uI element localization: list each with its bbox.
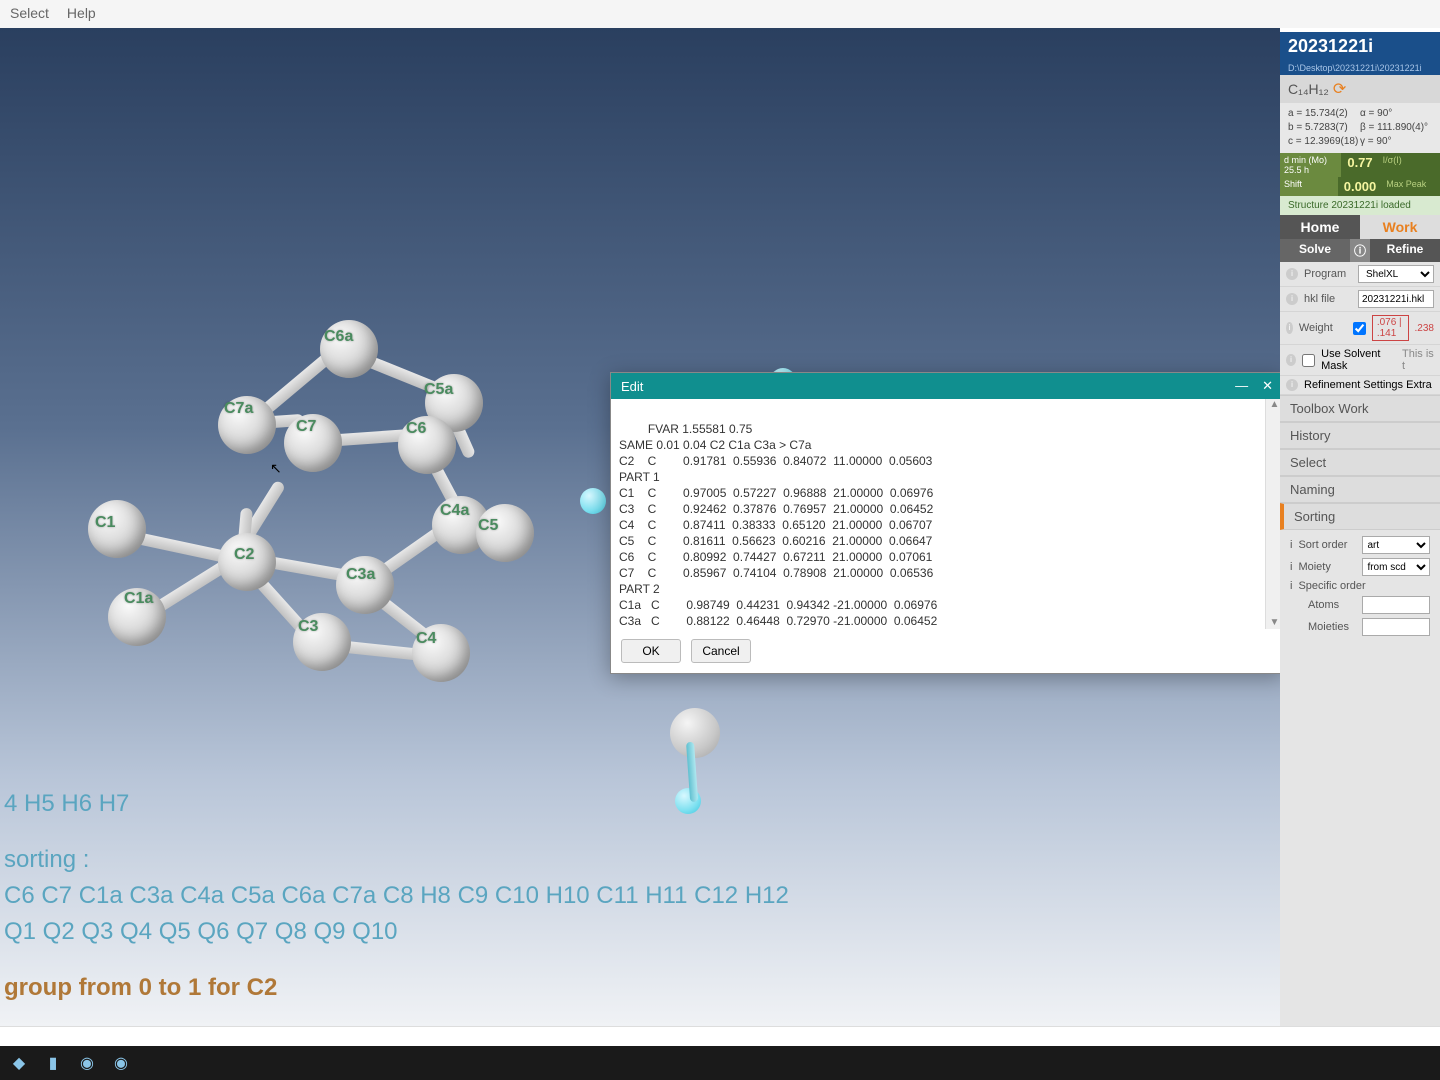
- status-strip: [0, 1026, 1440, 1046]
- structure-path: D:\Desktop\20231221i\20231221i: [1280, 61, 1440, 75]
- hkl-input[interactable]: [1358, 290, 1434, 308]
- dialog-textarea[interactable]: FVAR 1.55581 0.75 SAME 0.01 0.04 C2 C1a …: [611, 399, 1283, 629]
- info-icon[interactable]: i: [1286, 379, 1298, 391]
- sort-order-select[interactable]: art: [1362, 536, 1430, 554]
- minimize-icon[interactable]: —: [1235, 378, 1248, 394]
- refinement-extra-row[interactable]: i Refinement Settings Extra: [1280, 376, 1440, 395]
- formula-display: C₁₄H₁₂ ⟳: [1280, 75, 1440, 103]
- main-tabs: Home Work: [1280, 215, 1440, 239]
- cancel-button[interactable]: Cancel: [691, 639, 751, 663]
- tab-solve[interactable]: Solve: [1280, 239, 1350, 262]
- atom-label: C7a: [224, 400, 253, 418]
- atoms-input[interactable]: [1362, 596, 1430, 614]
- close-icon[interactable]: ✕: [1262, 378, 1273, 394]
- tab-info-icon[interactable]: ⓘ: [1350, 239, 1370, 262]
- status-loaded: Structure 20231221i loaded: [1280, 196, 1440, 215]
- atom-label: C5: [478, 517, 498, 535]
- hkl-row: i hkl file: [1280, 287, 1440, 312]
- atom-label: C5a: [424, 381, 453, 399]
- atom-C3a[interactable]: [336, 556, 394, 614]
- section-toolbox[interactable]: Toolbox Work: [1280, 395, 1440, 422]
- moieties-input[interactable]: [1362, 618, 1430, 636]
- solvent-mask-row: i Use Solvent Mask This is t: [1280, 345, 1440, 376]
- menu-select[interactable]: Select: [10, 5, 49, 23]
- section-sorting[interactable]: Sorting: [1280, 503, 1440, 530]
- ok-button[interactable]: OK: [621, 639, 681, 663]
- taskbar-app-icon[interactable]: ▮: [38, 1049, 68, 1077]
- menu-help[interactable]: Help: [67, 5, 96, 23]
- fragment-center: [670, 708, 720, 758]
- edit-dialog: Edit — ✕ FVAR 1.55581 0.75 SAME 0.01 0.0…: [610, 372, 1284, 674]
- program-row: i Program ShelXL: [1280, 262, 1440, 287]
- weight-row: i Weight .076 | .141 .238: [1280, 312, 1440, 345]
- refinement-stats: d min (Mo) 25.5 h0.77I/σ(I): [1280, 153, 1440, 177]
- tab-work[interactable]: Work: [1360, 215, 1440, 239]
- atom-label: C2: [234, 546, 254, 564]
- sub-tabs: Solve ⓘ Refine: [1280, 239, 1440, 262]
- taskbar-app-icon[interactable]: ◉: [106, 1049, 136, 1077]
- info-icon[interactable]: i: [1286, 268, 1298, 280]
- dialog-titlebar[interactable]: Edit — ✕: [611, 373, 1283, 399]
- tab-home[interactable]: Home: [1280, 215, 1360, 239]
- atom-label: C6a: [324, 328, 353, 346]
- info-icon[interactable]: i: [1286, 293, 1298, 305]
- info-icon[interactable]: i: [1290, 539, 1292, 551]
- console-output: 4 H5 H6 H7 sorting : C6 C7 C1a C3a C4a C…: [0, 786, 789, 1006]
- refresh-icon[interactable]: ⟳: [1333, 79, 1346, 99]
- dialog-title: Edit: [621, 379, 643, 394]
- info-icon[interactable]: i: [1286, 354, 1296, 366]
- atom-label: C1a: [124, 590, 153, 608]
- side-panel: 20231221i D:\Desktop\20231221i\20231221i…: [1280, 32, 1440, 1040]
- taskbar-app-icon[interactable]: ◆: [4, 1049, 34, 1077]
- taskbar[interactable]: ◆ ▮ ◉ ◉: [0, 1046, 1440, 1080]
- moiety-select[interactable]: from scd: [1362, 558, 1430, 576]
- sorting-panel: i Sort order art i Moiety from scd i Spe…: [1280, 530, 1440, 642]
- solvent-mask-checkbox[interactable]: [1302, 354, 1315, 367]
- info-icon[interactable]: i: [1286, 322, 1293, 334]
- section-select[interactable]: Select: [1280, 449, 1440, 476]
- atom-label: C3: [298, 618, 318, 636]
- structure-title: 20231221i: [1280, 32, 1440, 61]
- atom-label: C7: [296, 418, 316, 436]
- program-select[interactable]: ShelXL: [1358, 265, 1434, 283]
- atom-label: C3a: [346, 566, 375, 584]
- fragment-atom: [580, 488, 606, 514]
- atom-label: C6: [406, 420, 426, 438]
- atom-label: C4: [416, 630, 436, 648]
- taskbar-app-icon[interactable]: ◉: [72, 1049, 102, 1077]
- menu-bar: Select Help: [0, 0, 1440, 28]
- weight-values: .076 | .141: [1372, 315, 1409, 341]
- atom-label: C4a: [440, 502, 469, 520]
- refinement-stats-2: Shift0.000Max Peak: [1280, 177, 1440, 196]
- section-naming[interactable]: Naming: [1280, 476, 1440, 503]
- tab-refine[interactable]: Refine: [1370, 239, 1440, 262]
- section-history[interactable]: History: [1280, 422, 1440, 449]
- info-icon[interactable]: i: [1290, 580, 1292, 592]
- info-icon[interactable]: i: [1290, 561, 1292, 573]
- weight-checkbox[interactable]: [1353, 322, 1366, 335]
- unit-cell-params: a = 15.734(2) b = 5.7283(7) c = 12.3969(…: [1280, 103, 1440, 153]
- atom-label: C1: [95, 514, 115, 532]
